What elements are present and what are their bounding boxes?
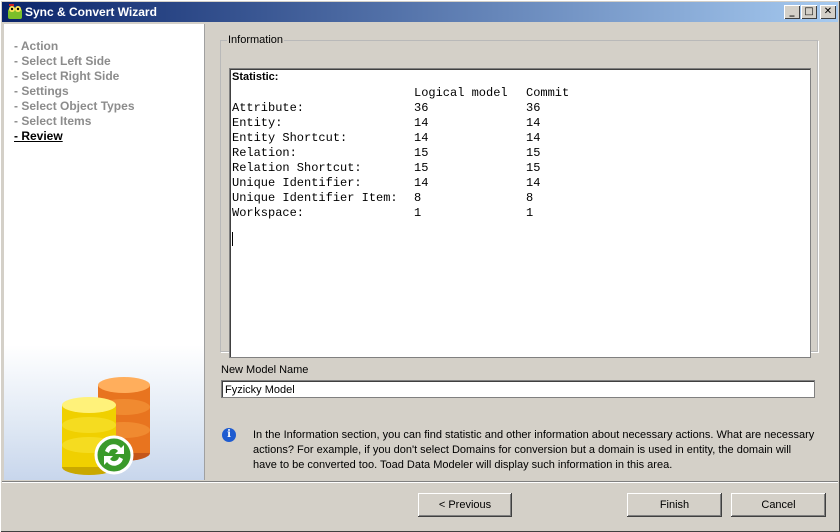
title-bar[interactable]: Sync & Convert Wizard _ □ ✕	[2, 2, 838, 22]
step-list: - Action - Select Left Side - Select Rig…	[14, 39, 135, 144]
information-legend: Information	[228, 34, 284, 46]
row-label: Workspace:	[232, 206, 305, 220]
step-select-left-side[interactable]: - Select Left Side	[14, 54, 135, 69]
information-group: Information Statistic: Logical model Com…	[220, 34, 818, 358]
window-title: Sync & Convert Wizard	[25, 5, 157, 19]
row-label: Relation:	[232, 146, 297, 160]
step-select-items[interactable]: - Select Items	[14, 114, 135, 129]
row-logical-value: 14	[414, 176, 429, 190]
statistic-row: Workspace: 1 1	[232, 206, 569, 221]
statistic-table: Logical model Commit Attribute: 36 36 En…	[232, 86, 569, 221]
row-label: Unique Identifier:	[232, 176, 362, 190]
footer-divider	[2, 481, 838, 483]
row-logical-value: 36	[414, 101, 429, 115]
new-model-name-input[interactable]: Fyzicky Model	[221, 380, 815, 398]
toad-app-icon	[8, 4, 22, 19]
step-select-right-side[interactable]: - Select Right Side	[14, 69, 135, 84]
row-label: Attribute:	[232, 101, 305, 115]
row-commit-value: 14	[526, 116, 541, 130]
close-button[interactable]: ✕	[820, 5, 836, 19]
row-commit-value: 8	[526, 191, 534, 205]
cancel-button[interactable]: Cancel	[731, 493, 826, 517]
statistic-row: Entity: 14 14	[232, 116, 569, 131]
statistic-heading: Statistic:	[232, 71, 279, 83]
new-model-name-label: New Model Name	[221, 364, 309, 376]
row-label: Relation Shortcut:	[232, 161, 362, 175]
statistic-row: Unique Identifier Item: 8 8	[232, 191, 569, 206]
database-sync-icon	[62, 377, 150, 475]
information-textarea[interactable]: Statistic: Logical model Commit Attribut…	[229, 68, 811, 358]
row-logical-value: 14	[414, 131, 429, 145]
statistic-row: Relation: 15 15	[232, 146, 569, 161]
previous-button[interactable]: < Previous	[418, 493, 512, 517]
row-label: Entity:	[232, 116, 283, 130]
row-commit-value: 14	[526, 176, 541, 190]
text-caret	[232, 232, 233, 246]
row-commit-value: 15	[526, 146, 541, 160]
step-settings[interactable]: - Settings	[14, 84, 135, 99]
row-logical-value: 8	[414, 191, 422, 205]
row-commit-value: 36	[526, 101, 541, 115]
help-text: In the Information section, you can find…	[253, 429, 815, 471]
wizard-sidebar: - Action - Select Left Side - Select Rig…	[4, 24, 205, 480]
info-icon: i	[222, 428, 236, 442]
header-logical-model: Logical model	[414, 86, 508, 100]
wizard-content: Information Statistic: Logical model Com…	[205, 24, 836, 480]
row-logical-value: 15	[414, 146, 429, 160]
row-commit-value: 15	[526, 161, 541, 175]
row-logical-value: 14	[414, 116, 429, 130]
row-logical-value: 15	[414, 161, 429, 175]
step-select-object-types[interactable]: - Select Object Types	[14, 99, 135, 114]
wizard-window: Sync & Convert Wizard _ □ ✕ - Action - S…	[0, 0, 840, 532]
step-review[interactable]: - Review	[14, 129, 135, 144]
row-logical-value: 1	[414, 206, 422, 220]
sidebar-artwork	[4, 345, 204, 480]
step-action[interactable]: - Action	[14, 39, 135, 54]
maximize-button[interactable]: □	[801, 5, 817, 19]
minimize-button[interactable]: _	[784, 5, 800, 19]
statistic-row: Attribute: 36 36	[232, 101, 569, 116]
header-commit: Commit	[526, 86, 570, 100]
statistic-row: Entity Shortcut: 14 14	[232, 131, 569, 146]
finish-button[interactable]: Finish	[627, 493, 722, 517]
row-commit-value: 1	[526, 206, 534, 220]
statistic-header-row: Logical model Commit	[232, 86, 569, 101]
row-label: Unique Identifier Item:	[232, 191, 398, 205]
statistic-row: Relation Shortcut: 15 15	[232, 161, 569, 176]
statistic-row: Unique Identifier: 14 14	[232, 176, 569, 191]
header-blank	[232, 86, 414, 101]
row-commit-value: 14	[526, 131, 541, 145]
row-label: Entity Shortcut:	[232, 131, 348, 145]
